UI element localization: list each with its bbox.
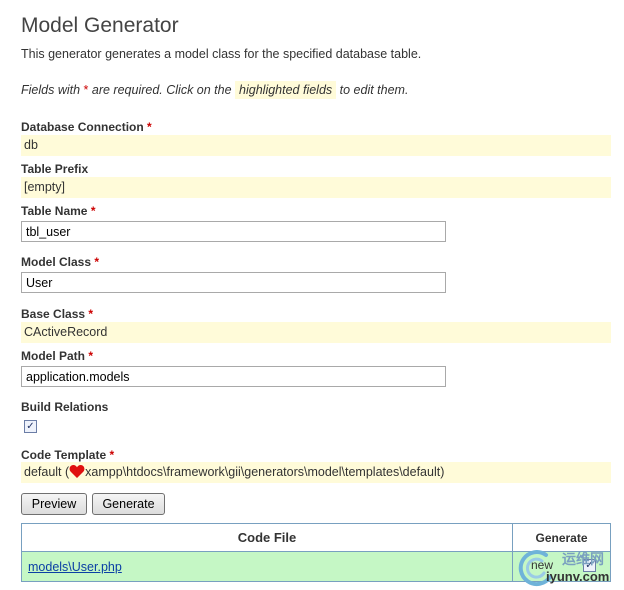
note-highlighted: highlighted fields — [235, 81, 337, 99]
code-file-table: Code File Generate models\User.php new ✓ — [21, 523, 611, 582]
build-relations-checkbox[interactable]: ✓ — [24, 420, 37, 433]
generate-cell: new ✓ — [512, 551, 611, 582]
generate-header: Generate — [512, 523, 611, 552]
preview-button[interactable]: Preview — [21, 493, 87, 515]
code-file-link[interactable]: models\User.php — [23, 560, 122, 574]
table-prefix-label-text: Table Prefix — [21, 162, 89, 176]
required-marker: * — [88, 307, 94, 321]
base-class-label: Base Class * — [21, 307, 93, 321]
code-template-suffix: xampp\htdocs\framework\gii\generators\mo… — [85, 465, 445, 479]
code-file-cell: models\User.php — [21, 551, 513, 582]
status-label: new — [531, 558, 554, 572]
db-connection-label: Database Connection * — [21, 120, 152, 134]
table-name-label-text: Table Name — [21, 204, 88, 218]
model-class-label: Model Class * — [21, 255, 99, 269]
required-marker: * — [94, 255, 100, 269]
page-title: Model Generator — [21, 14, 179, 37]
required-marker: * — [88, 349, 94, 363]
model-path-label-text: Model Path — [21, 349, 86, 363]
model-path-label: Model Path * — [21, 349, 93, 363]
generate-checkbox[interactable]: ✓ — [583, 559, 596, 572]
note-suffix: to edit them. — [339, 83, 409, 97]
table-header-row: Code File Generate — [21, 523, 611, 552]
base-class-field[interactable]: CActiveRecord — [21, 322, 611, 343]
code-template-prefix: default ( — [24, 465, 70, 479]
table-name-input[interactable] — [21, 221, 446, 242]
model-class-input[interactable] — [21, 272, 446, 293]
base-class-label-text: Base Class — [21, 307, 86, 321]
note-middle: are required. Click on the — [91, 83, 232, 97]
required-marker: * — [147, 120, 152, 134]
code-template-label-text: Code Template — [21, 448, 107, 462]
model-path-input[interactable] — [21, 366, 446, 387]
required-marker: * — [109, 448, 115, 462]
db-connection-field[interactable]: db — [21, 135, 611, 156]
table-row: models\User.php new ✓ — [21, 551, 611, 582]
intro-text: This generator generates a model class f… — [21, 47, 422, 61]
db-connection-label-text: Database Connection — [21, 120, 144, 134]
note-asterisk: * — [83, 83, 89, 97]
table-prefix-field[interactable]: [empty] — [21, 177, 611, 198]
generate-button[interactable]: Generate — [92, 493, 165, 515]
model-class-label-text: Model Class — [21, 255, 92, 269]
required-marker: * — [90, 204, 96, 218]
table-prefix-label: Table Prefix — [21, 162, 88, 176]
build-relations-label: Build Relations — [21, 400, 108, 414]
build-relations-label-text: Build Relations — [21, 400, 109, 414]
code-template-field[interactable]: default ( xampp\htdocs\framework\gii\gene… — [21, 462, 611, 483]
required-note: Fields with * are required. Click on the… — [21, 81, 409, 99]
note-prefix: Fields with — [21, 83, 81, 97]
table-name-label: Table Name * — [21, 204, 95, 218]
code-template-label: Code Template * — [21, 448, 114, 462]
heart-icon — [69, 463, 85, 479]
code-file-header: Code File — [21, 523, 513, 552]
